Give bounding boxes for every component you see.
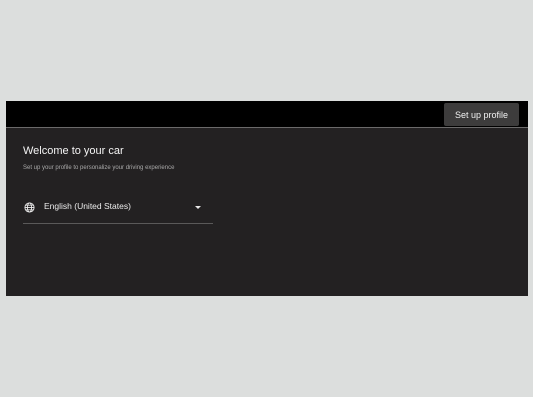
welcome-title: Welcome to your car xyxy=(23,145,124,157)
top-bar-divider xyxy=(6,127,528,128)
globe-icon xyxy=(24,202,35,213)
top-bar: Set up profile xyxy=(6,101,528,127)
caret-down-icon xyxy=(195,206,201,209)
welcome-subtitle: Set up your profile to personalize your … xyxy=(23,165,175,171)
language-select[interactable]: English (United States) xyxy=(23,197,213,224)
language-selected-label: English (United States) xyxy=(44,201,131,211)
car-display-screen: Set up profile Welcome to your car Set u… xyxy=(6,101,528,296)
setup-profile-button[interactable]: Set up profile xyxy=(444,103,519,126)
